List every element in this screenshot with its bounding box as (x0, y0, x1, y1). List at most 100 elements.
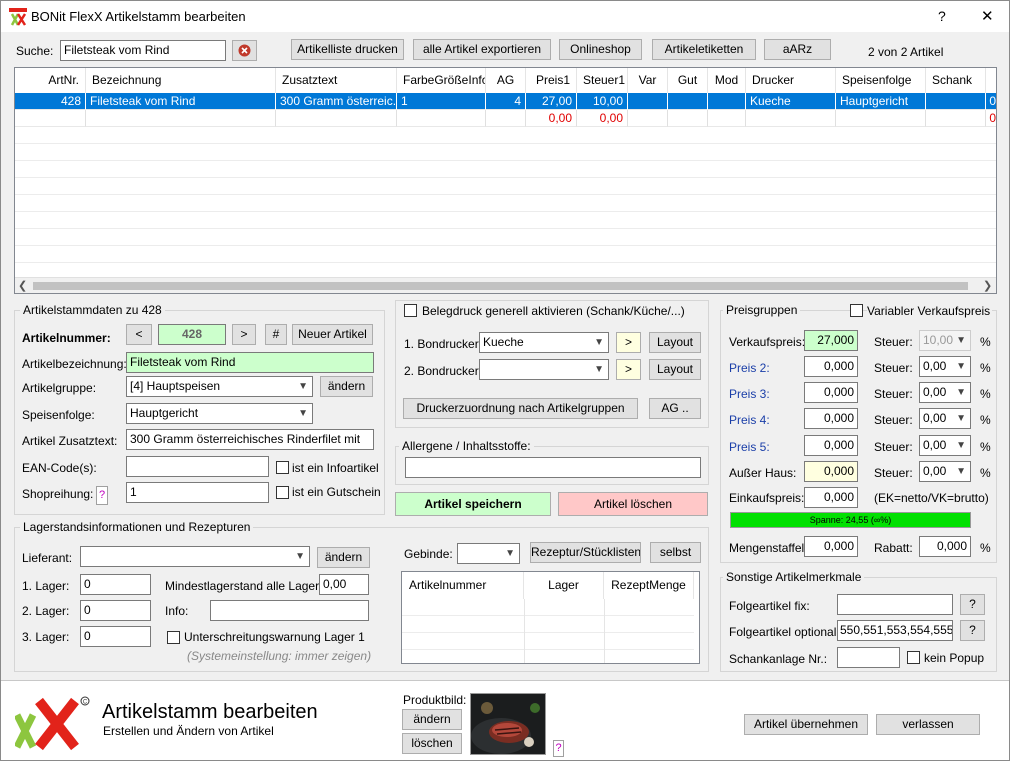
info-field[interactable] (210, 600, 369, 621)
lager3-field[interactable]: 0 (80, 626, 151, 647)
verlassen-button[interactable]: verlassen (876, 714, 980, 735)
opt-field[interactable]: 550,551,553,554,555,5 (837, 620, 953, 641)
fix-field[interactable] (837, 594, 953, 615)
vk-field[interactable]: 27,000 (804, 330, 858, 351)
lager1-field[interactable]: 0 (80, 574, 151, 595)
selbst-button[interactable]: selbst (650, 542, 701, 563)
uebernehmen-button[interactable]: Artikel übernehmen (744, 714, 868, 735)
p5-field[interactable]: 0,000 (804, 435, 858, 456)
rabatt-field[interactable]: 0,000 (919, 536, 971, 557)
next-article-button[interactable]: > (232, 324, 256, 345)
col-zusatztext[interactable]: Zusatztext (276, 68, 397, 93)
gruppe-select[interactable]: [4] Hauptspeisen ▼ (126, 376, 313, 397)
bon1-select[interactable]: Kueche ▼ (479, 332, 609, 353)
col-farbe[interactable]: FarbeGrößeInfo (397, 68, 486, 93)
shop-help-button[interactable]: ? (96, 486, 108, 505)
col-var[interactable]: Var (628, 68, 668, 93)
scroll-left-icon[interactable]: ❮ (18, 279, 27, 292)
gruppe-aendern-button[interactable]: ändern (320, 376, 373, 397)
steuer5-select[interactable]: 0,00 ▼ (919, 435, 971, 456)
col-ag[interactable]: AG (486, 68, 526, 93)
help-button[interactable]: ? (938, 8, 946, 24)
lager2-field[interactable]: 0 (80, 600, 151, 621)
col-preis1[interactable]: Preis1 (526, 68, 577, 93)
col-mod[interactable]: Mod (708, 68, 746, 93)
popup-checkbox[interactable] (907, 651, 920, 664)
search-input[interactable]: Filetsteak vom Rind (60, 40, 226, 61)
gutschein-checkbox[interactable] (276, 486, 289, 499)
col-rez-menge[interactable]: RezeptMenge (604, 572, 694, 599)
scroll-right-icon[interactable]: ❯ (983, 279, 992, 292)
col-gut[interactable]: Gut (668, 68, 708, 93)
bon2-layout-button[interactable]: Layout (649, 359, 701, 380)
scrollbar-thumb[interactable] (33, 282, 968, 290)
steuer3-select[interactable]: 0,00 ▼ (919, 382, 971, 403)
p2-label[interactable]: Preis 2: (729, 361, 770, 375)
title-bar[interactable]: BONit FlexX Artikelstamm bearbeiten ? ✕ (1, 1, 1009, 32)
bild-loeschen-button[interactable]: löschen (402, 733, 462, 754)
p3-field[interactable]: 0,000 (804, 382, 858, 403)
col-steuer1[interactable]: Steuer1 (577, 68, 628, 93)
table-row[interactable]: 0,00 0,00 0 (15, 110, 996, 127)
prev-article-button[interactable]: < (126, 324, 152, 345)
aarz-button[interactable]: aARz (764, 39, 831, 60)
lieferant-aendern-button[interactable]: ändern (317, 547, 370, 568)
steuer6-select[interactable]: 0,00 ▼ (919, 461, 971, 482)
ean-field[interactable] (126, 456, 269, 477)
close-button[interactable]: ✕ (981, 7, 994, 25)
menge-field[interactable]: 0,000 (804, 536, 858, 557)
ek-field[interactable]: 0,000 (804, 487, 858, 508)
warn-checkbox[interactable] (167, 631, 180, 644)
new-article-button[interactable]: Neuer Artikel (292, 324, 373, 345)
col-schank[interactable]: Schank (926, 68, 986, 93)
ausser-field[interactable]: 0,000 (804, 461, 858, 482)
steuer2-select[interactable]: 0,00 ▼ (919, 356, 971, 377)
bez-field[interactable]: Filetsteak vom Rind (126, 352, 374, 373)
p3-label[interactable]: Preis 3: (729, 387, 770, 401)
p4-field[interactable]: 0,000 (804, 408, 858, 429)
col-bezeichnung[interactable]: Bezeichnung (86, 68, 276, 93)
print-list-button[interactable]: Artikelliste drucken (291, 39, 404, 60)
article-labels-button[interactable]: Artikeletiketten (652, 39, 756, 60)
col-rez-artnr[interactable]: Artikelnummer (402, 572, 524, 599)
p5-label[interactable]: Preis 5: (729, 440, 770, 454)
speise-select[interactable]: Hauptgericht ▼ (126, 403, 313, 424)
belegdruck-checkbox[interactable] (404, 304, 417, 317)
hash-button[interactable]: # (265, 324, 287, 345)
min-field[interactable]: 0,00 (319, 574, 369, 595)
schank-field[interactable] (837, 647, 900, 668)
col-drucker[interactable]: Drucker (746, 68, 836, 93)
lieferant-select[interactable]: ▼ (80, 546, 310, 567)
infoartikel-checkbox[interactable] (276, 461, 289, 474)
save-article-button[interactable]: Artikel speichern (395, 492, 551, 516)
export-all-button[interactable]: alle Artikel exportieren (413, 39, 551, 60)
bon2-arrow-button[interactable]: > (616, 359, 641, 380)
bild-help-button[interactable]: ? (553, 740, 564, 757)
allergene-field[interactable] (405, 457, 701, 478)
steuer4-select[interactable]: 0,00 ▼ (919, 408, 971, 429)
opt-help-button[interactable]: ? (960, 620, 985, 641)
bild-aendern-button[interactable]: ändern (402, 709, 462, 730)
ag-button[interactable]: AG .. (649, 398, 701, 419)
rezeptur-table[interactable]: Artikelnummer Lager RezeptMenge (401, 571, 700, 664)
delete-article-button[interactable]: Artikel löschen (558, 492, 708, 516)
onlineshop-button[interactable]: Onlineshop (559, 39, 642, 60)
p4-label[interactable]: Preis 4: (729, 413, 770, 427)
p2-field[interactable]: 0,000 (804, 356, 858, 377)
col-rez-lager[interactable]: Lager (524, 572, 604, 599)
horizontal-scrollbar[interactable]: ❮ ❯ (15, 277, 996, 293)
zusatz-field[interactable]: 300 Gramm österreichisches Rinderfilet m… (126, 429, 374, 450)
variabel-checkbox[interactable] (850, 304, 863, 317)
product-image[interactable] (470, 693, 546, 755)
bon1-arrow-button[interactable]: > (616, 332, 641, 353)
article-grid[interactable]: ArtNr. Bezeichnung Zusatztext FarbeGröße… (14, 67, 997, 294)
rezeptur-button[interactable]: Rezeptur/Stücklisten (530, 542, 641, 563)
bon1-layout-button[interactable]: Layout (649, 332, 701, 353)
druckerzuordnung-button[interactable]: Druckerzuordnung nach Artikelgruppen (403, 398, 638, 419)
artnr-field[interactable]: 428 (158, 324, 226, 345)
col-speisenfolge[interactable]: Speisenfolge (836, 68, 926, 93)
fix-help-button[interactable]: ? (960, 594, 985, 615)
bon2-select[interactable]: ▼ (479, 359, 609, 380)
table-row[interactable]: 428 Filetsteak vom Rind 300 Gramm österr… (15, 93, 996, 110)
gebinde-select[interactable]: ▼ (457, 543, 520, 564)
